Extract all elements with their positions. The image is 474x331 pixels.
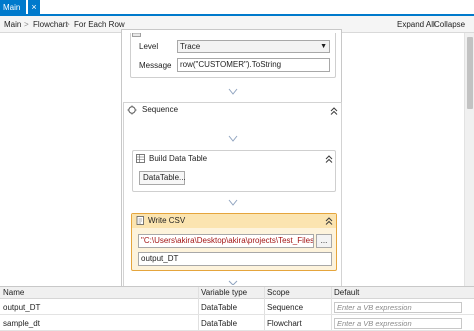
column-header-variable-type[interactable]: Variable type: [201, 287, 247, 299]
breadcrumb-separator: >: [65, 20, 70, 29]
tab-main[interactable]: Main: [0, 0, 26, 16]
variable-type[interactable]: DataTable: [201, 300, 237, 315]
tab-main-label: Main: [3, 3, 21, 12]
variable-type[interactable]: DataTable: [201, 316, 237, 331]
file-path-input[interactable]: "C:\Users\akira\Desktop\akira\projects\T…: [138, 234, 314, 248]
connector-arrow-icon: [228, 135, 238, 142]
connector-arrow-icon: [228, 280, 238, 285]
datatable-input-value: output_DT: [141, 254, 179, 263]
connector-arrow-icon: [228, 88, 238, 95]
collapse-activity-icon[interactable]: [324, 154, 334, 164]
default-value-input[interactable]: Enter a VB expression: [334, 318, 462, 329]
variable-scope[interactable]: Flowchart: [267, 316, 302, 331]
browse-file-button-label: ...: [320, 236, 328, 245]
log-message-activity[interactable]: Level Trace ▼ Message row("CUSTOMER").To…: [130, 33, 336, 78]
column-header-scope[interactable]: Scope: [267, 287, 290, 299]
variable-name[interactable]: output_DT: [3, 300, 40, 315]
datatable-editor-button[interactable]: DataTable...: [139, 171, 186, 185]
browse-file-button[interactable]: ...: [316, 234, 332, 248]
column-header-default[interactable]: Default: [334, 287, 359, 299]
default-value-input[interactable]: Enter a VB expression: [334, 302, 462, 313]
variable-scope[interactable]: Sequence: [267, 300, 303, 315]
message-input-value: row("CUSTOMER").ToString: [180, 60, 282, 69]
log-message-icon: [132, 33, 141, 37]
sequence-icon: [127, 105, 137, 115]
breadcrumb-item-main[interactable]: Main: [4, 16, 21, 33]
expand-all-button[interactable]: Expand All: [397, 16, 435, 33]
level-dropdown-value: Trace: [180, 42, 201, 51]
file-path-value: "C:\Users\akira\Desktop\akira\projects\T…: [141, 236, 314, 245]
write-csv-icon: [136, 216, 144, 225]
build-data-table-icon: [136, 154, 145, 163]
connector-arrow-icon: [228, 199, 238, 206]
close-tab-icon[interactable]: ×: [28, 0, 40, 16]
message-label: Message: [139, 61, 172, 70]
column-header-name[interactable]: Name: [3, 287, 24, 299]
write-csv-title: Write CSV: [148, 216, 186, 225]
breadcrumb-separator: >: [24, 20, 29, 29]
level-label: Level: [139, 42, 159, 51]
write-csv-activity[interactable]: Write CSV "C:\Users\akira\Desktop\akira\…: [131, 213, 337, 271]
default-value-placeholder: Enter a VB expression: [337, 319, 412, 328]
build-data-table-activity[interactable]: Build Data Table DataTable...: [132, 150, 336, 192]
datatable-editor-button-label: DataTable...: [143, 173, 186, 182]
message-input[interactable]: row("CUSTOMER").ToString: [177, 58, 330, 72]
chevron-down-icon: ▼: [320, 43, 327, 50]
collapse-sequence-icon[interactable]: [329, 106, 339, 116]
breadcrumb-item-flowchart[interactable]: Flowchart: [33, 16, 68, 33]
vertical-scrollbar[interactable]: [464, 33, 474, 286]
scrollbar-thumb[interactable]: [467, 37, 473, 109]
variables-panel: Name Variable type Scope Default output_…: [0, 286, 474, 331]
variables-header-row: Name Variable type Scope Default: [0, 287, 474, 299]
build-data-table-title: Build Data Table: [149, 154, 208, 163]
document-tab-strip: Main ×: [0, 0, 474, 16]
table-row[interactable]: output_DT DataTable Sequence Enter a VB …: [0, 300, 474, 315]
breadcrumb-item-for-each-row[interactable]: For Each Row: [74, 16, 125, 33]
datatable-input[interactable]: output_DT: [138, 252, 332, 266]
default-value-placeholder: Enter a VB expression: [337, 303, 412, 312]
collapse-activity-icon[interactable]: [324, 216, 334, 226]
sequence-title: Sequence: [142, 105, 179, 114]
level-dropdown[interactable]: Trace ▼: [177, 40, 330, 53]
variable-name[interactable]: sample_dt: [3, 316, 40, 331]
table-row[interactable]: sample_dt DataTable Flowchart Enter a VB…: [0, 316, 474, 331]
